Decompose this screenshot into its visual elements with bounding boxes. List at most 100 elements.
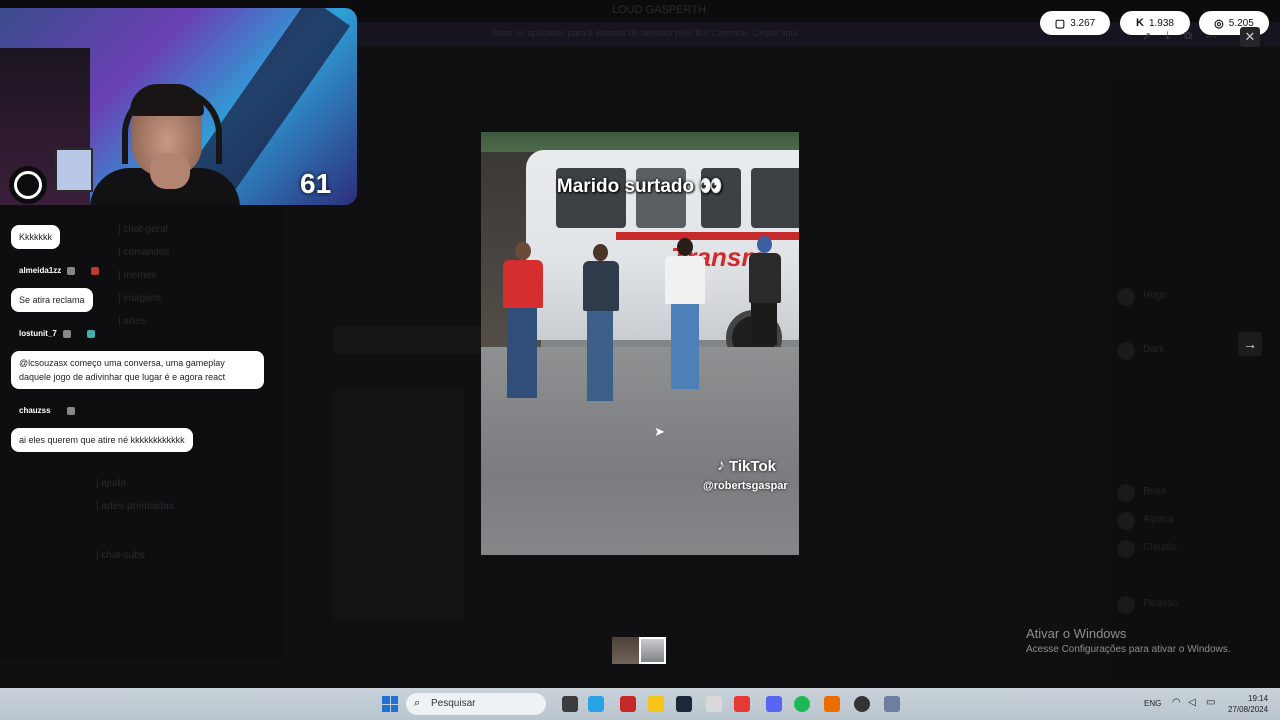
chat-badge-icon xyxy=(86,329,95,338)
bg-channel: | chat-geral xyxy=(118,224,168,235)
kick-viewers-count: 1.938 xyxy=(1148,17,1174,29)
background-message-card xyxy=(333,390,465,622)
taskbar-app-icon[interactable] xyxy=(884,696,900,712)
taskbar-clock[interactable]: 19:14 27/08/2024 xyxy=(1228,693,1268,715)
taskbar-app-icon[interactable] xyxy=(620,696,636,712)
start-button[interactable] xyxy=(382,696,398,712)
webcam-monitor xyxy=(55,148,93,192)
chat-badge-icon xyxy=(66,406,75,415)
chat-message-text: Se atira reclama xyxy=(19,295,85,305)
taskbar-app-icon[interactable] xyxy=(588,696,604,712)
clock-time: 19:14 xyxy=(1248,694,1269,703)
thumbnail-selected[interactable] xyxy=(639,637,666,664)
discord-icon[interactable] xyxy=(766,696,782,712)
viewer-toolbar: ↗ ⤓ ⧉ ⋯ xyxy=(1142,30,1217,43)
background-banner-text: Boas no aplicativo para a entrada de ser… xyxy=(492,28,798,38)
tiktok-handle: @robertsgaspar xyxy=(703,480,788,492)
chat-user-name: chauzss xyxy=(19,406,51,415)
activate-windows-watermark: Ativar o Windows Acesse Configurações pa… xyxy=(1026,626,1231,655)
tiktok-icon: ♪ xyxy=(717,457,725,474)
chat-username: almeida1zz xyxy=(19,266,100,275)
activate-windows-title: Ativar o Windows xyxy=(1026,626,1127,641)
webcam-overlay: 61 xyxy=(0,8,357,205)
bg-member: Alpaca xyxy=(1143,514,1174,525)
chat-message: @lcsouzasx começo uma conversa, uma game… xyxy=(11,351,264,389)
bg-member: Dark xyxy=(1143,344,1165,355)
language-indicator[interactable]: ENG xyxy=(1144,699,1161,708)
bg-member: Hugo xyxy=(1143,290,1167,301)
bg-member: Claudio xyxy=(1143,542,1177,553)
bg-member-avatar xyxy=(1117,596,1135,614)
taskbar-search[interactable]: ⌕ Pesquisar xyxy=(406,693,546,715)
globe-icon: ◎ xyxy=(1214,17,1224,30)
chat-user-name: almeida1zz xyxy=(19,266,62,275)
channel-logo xyxy=(9,166,47,204)
bg-channel: | artes xyxy=(118,316,146,327)
taskbar-app-icon[interactable] xyxy=(824,696,840,712)
spotify-icon[interactable] xyxy=(794,696,810,712)
bg-member-avatar xyxy=(1117,484,1135,502)
background-title: LOUD GASPERTH xyxy=(612,4,706,16)
share-icon[interactable]: ↗ xyxy=(1142,30,1151,43)
chat-message-text: @lcsouzasx começo uma conversa, uma game… xyxy=(19,358,226,382)
volume-icon[interactable]: ◁ xyxy=(1188,697,1196,708)
tiktok-watermark: ♪ TikTok xyxy=(717,457,776,475)
steam-icon[interactable] xyxy=(676,696,692,712)
bg-channel: | artes-premiadas xyxy=(96,501,174,512)
open-external-icon[interactable]: ⧉ xyxy=(1184,30,1192,43)
folder-icon[interactable] xyxy=(648,696,664,712)
chat-badge-icon xyxy=(62,329,71,338)
battery-icon[interactable]: ▭ xyxy=(1206,697,1215,708)
twitch-viewers-count: 3.267 xyxy=(1070,17,1096,29)
bg-member-avatar xyxy=(1117,288,1135,306)
search-icon: ⌕ xyxy=(414,697,421,709)
logo-ring-icon xyxy=(14,171,42,199)
kick-icon: K xyxy=(1136,17,1144,29)
bg-member-avatar xyxy=(1117,342,1135,360)
video-player[interactable]: Transm Marido surtado 👀 ♪ TikTok @robert… xyxy=(481,132,799,555)
video-caption: Marido surtado 👀 xyxy=(556,176,724,197)
bg-channel: | comandos xyxy=(118,247,170,258)
media-thumbnails xyxy=(612,637,666,664)
windows-taskbar: ⌕ Pesquisar ENG ◠ ◁ ▭ 19:14 27/08/2024 xyxy=(0,688,1280,720)
close-viewer-button[interactable]: ✕ xyxy=(1240,27,1260,47)
chat-message-text: Kkkkkkk xyxy=(19,232,53,242)
chat-badge-icon xyxy=(67,266,76,275)
activate-windows-subtitle: Acesse Configurações para ativar o Windo… xyxy=(1026,644,1231,655)
bus-stripe xyxy=(616,232,799,240)
bg-channel: | memes xyxy=(118,270,157,281)
tiktok-label: TikTok xyxy=(729,457,776,475)
background-notice xyxy=(333,326,483,354)
bg-member: Brisa xyxy=(1143,486,1166,497)
background-member-list xyxy=(1110,80,1280,680)
taskbar-app-icon[interactable] xyxy=(562,696,578,712)
mouse-cursor-icon: ➤ xyxy=(654,424,665,439)
chat-message: Kkkkkkk xyxy=(11,225,61,249)
wifi-icon[interactable]: ◠ xyxy=(1172,697,1181,708)
webcam-counter: 61 xyxy=(300,168,332,199)
next-arrow-button[interactable]: → xyxy=(1238,332,1262,356)
bg-member: Picasso xyxy=(1143,598,1179,609)
bg-member-avatar xyxy=(1117,540,1135,558)
chat-message-text: ai eles querem que atire né kkkkkkkkkkkk xyxy=(19,435,185,445)
streamer-hand xyxy=(150,153,190,189)
chat-message: Se atira reclama xyxy=(11,288,93,312)
chat-username: lostunit_7 xyxy=(19,329,95,338)
chat-user-name: lostunit_7 xyxy=(19,329,57,338)
chat-username: chauzss xyxy=(19,406,75,415)
thumbnail[interactable] xyxy=(612,637,639,664)
chat-message: ai eles querem que atire né kkkkkkkkkkkk xyxy=(11,428,193,452)
taskbar-app-icon[interactable] xyxy=(706,696,722,712)
more-icon[interactable]: ⋯ xyxy=(1206,30,1217,43)
taskbar-app-icon[interactable] xyxy=(854,696,870,712)
bg-member-avatar xyxy=(1117,512,1135,530)
taskbar-app-icon[interactable] xyxy=(734,696,750,712)
download-icon[interactable]: ⤓ xyxy=(1165,30,1170,43)
twitch-icon: ▢ xyxy=(1054,17,1066,30)
clock-date: 27/08/2024 xyxy=(1228,705,1269,714)
bg-channel: | ajuda xyxy=(96,478,126,489)
bg-channel: | chat-subs xyxy=(96,550,145,561)
chat-badge-icon xyxy=(91,266,100,275)
bg-channel: | imagens xyxy=(118,293,162,304)
taskbar-search-label: Pesquisar xyxy=(431,698,476,709)
